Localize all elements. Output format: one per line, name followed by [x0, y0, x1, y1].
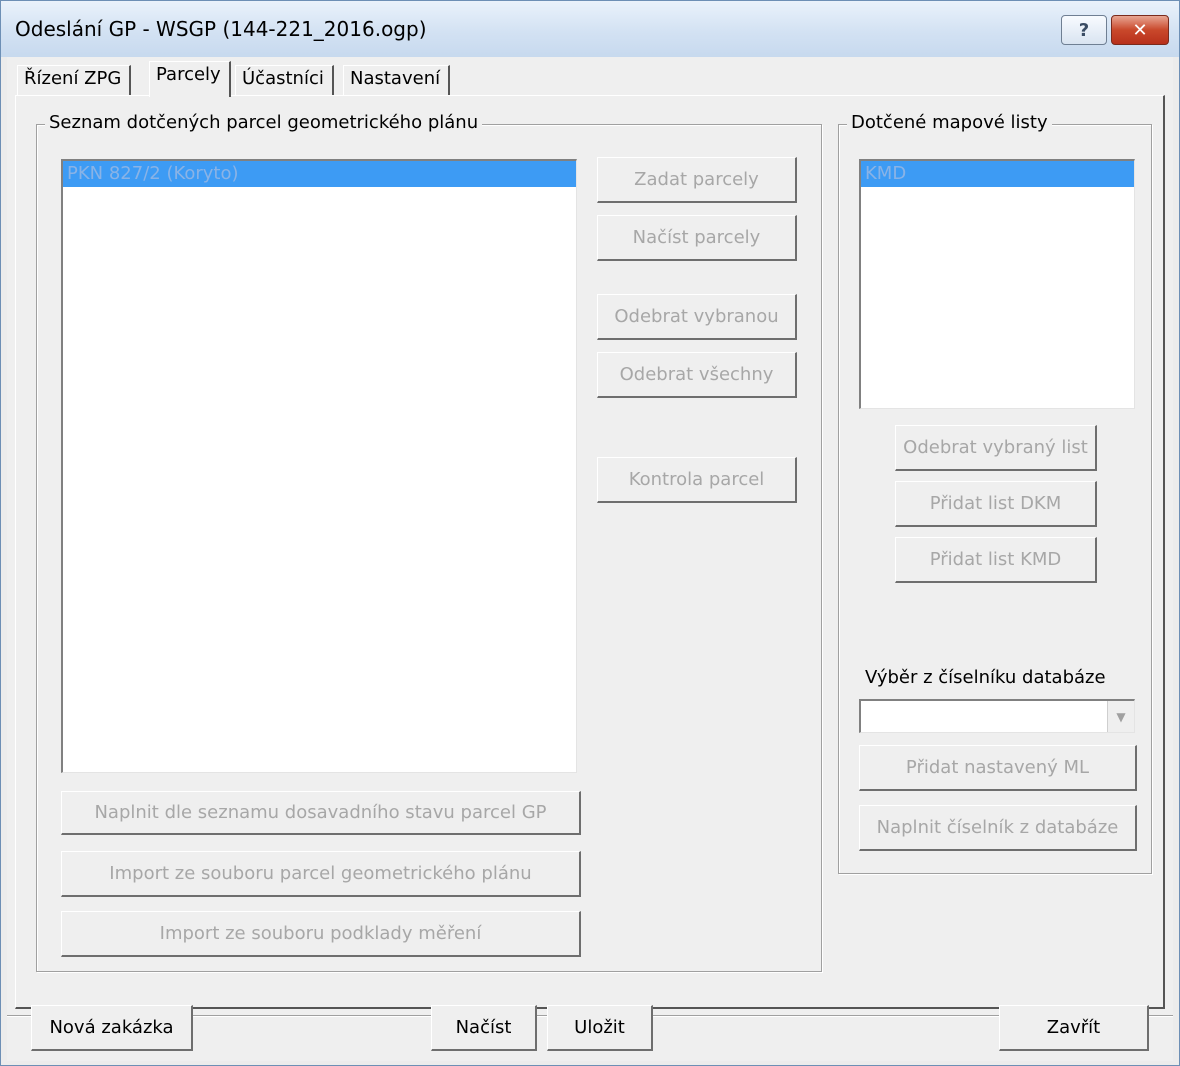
- ciselnik-combobox[interactable]: ▼: [859, 699, 1135, 733]
- list-item[interactable]: KMD: [861, 161, 1134, 187]
- tab-rizeni-zpg[interactable]: Řízení ZPG: [17, 65, 132, 95]
- ulozit-button[interactable]: Uložit: [547, 1005, 653, 1051]
- odebrat-vsechny-button[interactable]: Odebrat všechny: [597, 352, 797, 398]
- list-item[interactable]: PKN 827/2 (Koryto): [63, 161, 576, 187]
- tab-nastaveni[interactable]: Nastavení: [343, 65, 451, 95]
- pridat-nastaveny-ml-button[interactable]: Přidat nastavený ML: [859, 745, 1137, 791]
- kontrola-parcel-button[interactable]: Kontrola parcel: [597, 457, 797, 503]
- parcels-group: Seznam dotčených parcel geometrického pl…: [36, 112, 822, 972]
- window-title: Odeslání GP - WSGP (144-221_2016.ogp): [15, 17, 427, 41]
- zadat-parcely-button[interactable]: Zadat parcely: [597, 157, 797, 203]
- dialog-body: Řízení ZPG Parcely Účastníci Nastavení S…: [7, 57, 1173, 1061]
- naplnit-ciselnik-button[interactable]: Naplnit číselník z databáze: [859, 805, 1137, 851]
- odebrat-vybrany-list-button[interactable]: Odebrat vybraný list: [895, 425, 1097, 471]
- nacist-parcely-button[interactable]: Načíst parcely: [597, 215, 797, 261]
- dialog-window: Odeslání GP - WSGP (144-221_2016.ogp) ? …: [0, 0, 1180, 1066]
- import-parcel-gp-button[interactable]: Import ze souboru parcel geometrického p…: [61, 851, 581, 897]
- naplnit-dle-seznamu-button[interactable]: Naplnit dle seznamu dosavadního stavu pa…: [61, 791, 581, 835]
- close-button[interactable]: ✕: [1111, 15, 1169, 45]
- tab-ucastnici[interactable]: Účastníci: [235, 65, 334, 95]
- pridat-list-kmd-button[interactable]: Přidat list KMD: [895, 537, 1097, 583]
- nova-zakazka-button[interactable]: Nová zakázka: [31, 1005, 193, 1051]
- maps-group-title: Dotčené mapové listy: [847, 112, 1052, 133]
- maps-group: Dotčené mapové listy KMD Odebrat vybraný…: [838, 112, 1152, 874]
- parcels-listbox[interactable]: PKN 827/2 (Koryto): [61, 159, 577, 773]
- maps-listbox[interactable]: KMD: [859, 159, 1135, 409]
- odebrat-vybranou-button[interactable]: Odebrat vybranou: [597, 294, 797, 340]
- zavrit-button[interactable]: Zavřít: [999, 1005, 1149, 1051]
- tab-panel-parcely: Seznam dotčených parcel geometrického pl…: [15, 95, 1165, 1009]
- tab-parcely[interactable]: Parcely: [149, 61, 231, 97]
- title-bar[interactable]: Odeslání GP - WSGP (144-221_2016.ogp) ? …: [1, 1, 1179, 57]
- pridat-list-dkm-button[interactable]: Přidat list DKM: [895, 481, 1097, 527]
- parcels-group-title: Seznam dotčených parcel geometrického pl…: [45, 112, 483, 133]
- combo-label: Výběr z číselníku databáze: [865, 667, 1106, 688]
- nacist-button[interactable]: Načíst: [431, 1005, 537, 1051]
- chevron-down-icon[interactable]: ▼: [1107, 701, 1134, 732]
- help-button[interactable]: ?: [1061, 15, 1107, 45]
- import-podklady-mereni-button[interactable]: Import ze souboru podklady měření: [61, 911, 581, 957]
